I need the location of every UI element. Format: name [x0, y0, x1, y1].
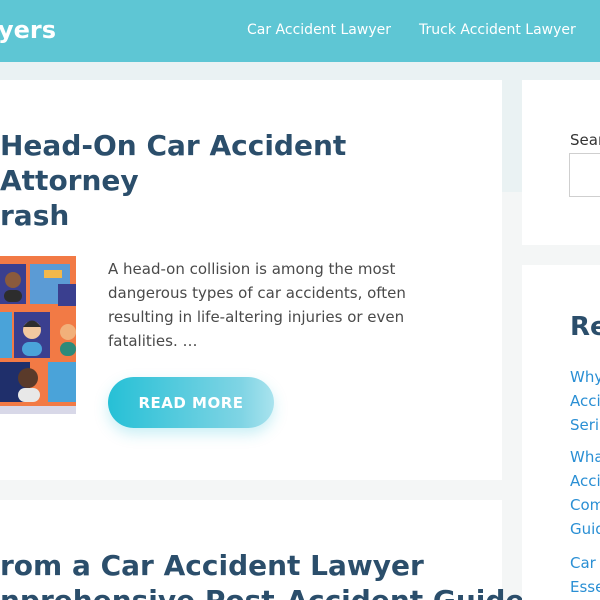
post-2-title[interactable]: rom a Car Accident Lawyer nprehensive Po… — [0, 548, 530, 600]
recent-post-link-2-line[interactable]: Guid — [570, 517, 600, 541]
search-label: Sear — [570, 131, 600, 149]
post-title-line-1[interactable]: Head-On Car Accident Attorney — [0, 128, 480, 198]
recent-post-link-1[interactable]: Why Acci Seri — [570, 365, 600, 437]
read-more-button[interactable]: READ MORE — [108, 377, 274, 428]
recent-post-link-3-line[interactable]: Car — [570, 551, 600, 575]
post-title-line-2[interactable]: rash — [0, 198, 480, 233]
nav-link-truck-accident-lawyer[interactable]: Truck Accident Lawyer — [419, 22, 576, 38]
post-thumbnail[interactable] — [0, 256, 76, 414]
video-call-illustration — [0, 256, 76, 414]
post-title[interactable]: Head-On Car Accident Attorney rash — [0, 128, 480, 233]
site-header: yers Car Accident Lawyer Truck Accident … — [0, 0, 600, 62]
recent-post-link-3-line[interactable]: Esse — [570, 575, 600, 599]
recent-posts-heading: Re — [570, 312, 600, 342]
recent-post-link-2-line[interactable]: Com — [570, 493, 600, 517]
recent-post-link-1-line[interactable]: Why — [570, 365, 600, 389]
recent-post-link-2[interactable]: Wha Acci Com Guid — [570, 445, 600, 541]
post-excerpt: A head-on collision is among the most da… — [108, 260, 406, 350]
post-2-title-line-2[interactable]: nprehensive Post-Accident Guide — [0, 583, 530, 600]
recent-post-link-2-line[interactable]: Acci — [570, 469, 600, 493]
recent-post-link-2-line[interactable]: Wha — [570, 445, 600, 469]
site-logo[interactable]: yers — [0, 16, 56, 44]
search-input[interactable] — [569, 153, 600, 197]
recent-post-link-1-line[interactable]: Acci — [570, 389, 600, 413]
nav-link-car-accident-lawyer[interactable]: Car Accident Lawyer — [247, 22, 391, 38]
recent-post-link-3[interactable]: Car Esse — [570, 551, 600, 599]
post-2-title-line-1[interactable]: rom a Car Accident Lawyer — [0, 548, 530, 583]
recent-post-link-1-line[interactable]: Seri — [570, 413, 600, 437]
